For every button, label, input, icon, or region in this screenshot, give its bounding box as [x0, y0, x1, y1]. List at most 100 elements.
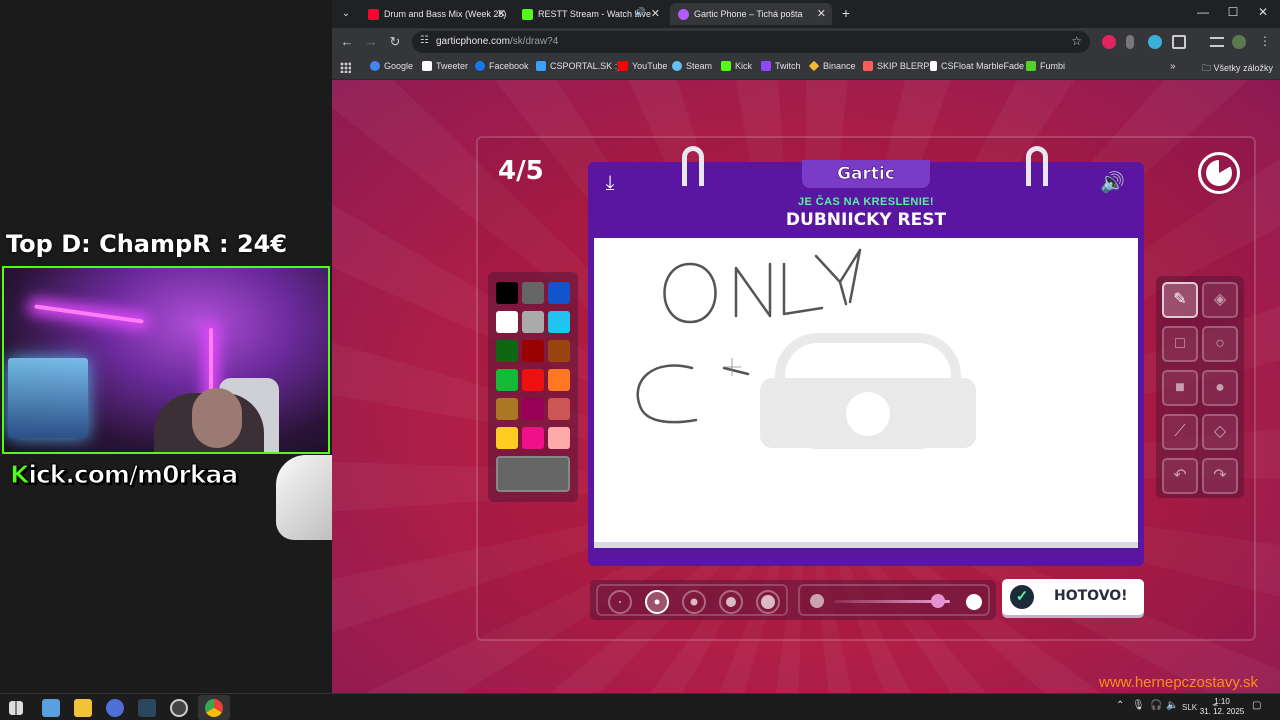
sound-icon[interactable]: 🔊: [1100, 170, 1125, 195]
volume-icon[interactable]: 🔈: [1166, 700, 1178, 711]
forward-icon[interactable]: →: [362, 34, 380, 49]
clock[interactable]: 1:10 31. 12. 2025: [1198, 697, 1246, 717]
bookmark-tweeter[interactable]: Tweeter: [422, 61, 468, 71]
tray-overflow-icon[interactable]: ⌃: [1116, 700, 1124, 711]
speaker-icon[interactable]: 🔊: [635, 7, 646, 18]
brush-size-5[interactable]: [756, 590, 780, 614]
color-swatch[interactable]: [548, 398, 570, 420]
bookmark-label: Facebook: [489, 61, 529, 71]
headset-icon[interactable]: 🎧: [1150, 700, 1162, 711]
bookmark-csfloat[interactable]: CSFloat MarbleFade: [930, 61, 1024, 71]
color-swatch[interactable]: [522, 340, 544, 362]
extension-icon[interactable]: [1126, 35, 1134, 49]
prompt-text: DUBNIICKY REST: [785, 210, 947, 230]
apps-grid-icon[interactable]: [340, 62, 351, 73]
color-swatch[interactable]: [548, 282, 570, 304]
brush-size-4[interactable]: [719, 590, 743, 614]
ellipse-fill-tool-icon[interactable]: ●: [1202, 370, 1238, 406]
bookmark-csportal[interactable]: CSPORTAL.SK :): [536, 61, 620, 71]
task-view-icon[interactable]: [42, 699, 60, 717]
address-bar[interactable]: ☷ garticphone.com/sk/draw?4 ☆: [412, 31, 1090, 53]
chrome-taskbar-icon[interactable]: [205, 699, 223, 717]
profile-avatar[interactable]: [1232, 35, 1246, 49]
color-swatch[interactable]: [522, 369, 544, 391]
maximize-icon[interactable]: ☐: [1218, 5, 1248, 19]
bookmark-star-icon[interactable]: ☆: [1071, 34, 1082, 48]
more-bookmarks-icon[interactable]: »: [1170, 61, 1176, 72]
line-tool-icon[interactable]: ⟋: [1162, 414, 1198, 450]
brush-size-3[interactable]: [682, 590, 706, 614]
back-icon[interactable]: ←: [338, 34, 356, 49]
bookmark-skip-blerp[interactable]: SKIP BLERP: [863, 61, 929, 71]
brush-size-selector: [596, 584, 788, 616]
color-swatch[interactable]: [496, 427, 518, 449]
brush-size-2[interactable]: [645, 590, 669, 614]
bookmark-kick[interactable]: Kick: [721, 61, 752, 71]
tab-restt-stream[interactable]: RESTT Stream - Watch Live 🔊 ✕: [514, 3, 666, 25]
notifications-icon[interactable]: ▢: [1252, 700, 1261, 711]
eraser-tool-icon[interactable]: ◈: [1202, 282, 1238, 318]
new-tab-icon[interactable]: +: [837, 5, 855, 21]
color-swatch[interactable]: [522, 282, 544, 304]
obs-icon[interactable]: [170, 699, 188, 717]
done-button-label: HOTOVO!: [1054, 588, 1128, 604]
color-swatch[interactable]: [496, 340, 518, 362]
redo-icon[interactable]: ↷: [1202, 458, 1238, 494]
tab-drum-and-bass[interactable]: Drum and Bass Mix (Week 25) ✕: [360, 3, 512, 25]
opacity-slider[interactable]: [798, 584, 990, 616]
color-swatch[interactable]: [522, 311, 544, 333]
color-swatch[interactable]: [522, 427, 544, 449]
color-swatch[interactable]: [496, 311, 518, 333]
extension-icon[interactable]: [1102, 35, 1116, 49]
done-button[interactable]: ✓ HOTOVO!: [1002, 579, 1144, 615]
close-tab-icon[interactable]: ✕: [817, 7, 826, 20]
tab-gartic-phone[interactable]: Gartic Phone – Tichá pošta ✕: [670, 3, 832, 25]
rectangle-fill-tool-icon[interactable]: ■: [1162, 370, 1198, 406]
google-icon: [370, 61, 380, 71]
opacity-max-icon: [966, 594, 982, 610]
language-indicator[interactable]: SLK: [1182, 703, 1197, 712]
color-swatch[interactable]: [548, 311, 570, 333]
opacity-handle[interactable]: [931, 594, 946, 608]
all-bookmarks-folder[interactable]: 🗀 Všetky záložky: [1202, 61, 1273, 77]
close-tab-icon[interactable]: ✕: [651, 7, 660, 20]
color-swatch[interactable]: [496, 369, 518, 391]
color-swatch[interactable]: [548, 369, 570, 391]
undo-icon[interactable]: ↶: [1162, 458, 1198, 494]
minimize-icon[interactable]: —: [1188, 5, 1218, 19]
bookmark-binance[interactable]: Binance: [808, 60, 856, 72]
drawing-canvas[interactable]: [594, 238, 1138, 548]
color-swatch[interactable]: [496, 282, 518, 304]
chrome-profile-icon[interactable]: [106, 699, 124, 717]
fill-bucket-tool-icon[interactable]: ◇: [1202, 414, 1238, 450]
more-menu-icon[interactable]: ⋮: [1256, 34, 1274, 48]
bookmark-facebook[interactable]: Facebook: [475, 61, 529, 71]
bookmark-steam[interactable]: Steam: [672, 61, 712, 71]
media-controls-icon[interactable]: [1210, 37, 1224, 47]
steam-taskbar-icon[interactable]: [138, 699, 156, 717]
sketchbook: Gartic ⤓ 🔊 JE ČAS NA KRESLENIE! DUBNIICK…: [588, 146, 1144, 570]
bookmark-fumbi[interactable]: Fumbi: [1026, 61, 1065, 71]
color-swatch[interactable]: [548, 427, 570, 449]
download-icon[interactable]: ⤓: [598, 172, 622, 195]
close-tab-icon[interactable]: ✕: [497, 7, 506, 20]
ellipse-outline-tool-icon[interactable]: ○: [1202, 326, 1238, 362]
start-windows-icon[interactable]: [9, 701, 23, 715]
bookmark-google[interactable]: Google: [370, 61, 413, 71]
extensions-puzzle-icon[interactable]: [1172, 35, 1186, 49]
bookmark-youtube[interactable]: YouTube: [618, 61, 667, 71]
close-window-icon[interactable]: ✕: [1248, 5, 1278, 19]
color-swatch[interactable]: [548, 340, 570, 362]
file-explorer-icon[interactable]: [74, 699, 92, 717]
color-swatch[interactable]: [522, 398, 544, 420]
brush-size-1[interactable]: [608, 590, 632, 614]
pen-tool-icon[interactable]: ✎: [1162, 282, 1198, 318]
extension-icon[interactable]: [1148, 35, 1162, 49]
reload-icon[interactable]: ↻: [386, 34, 404, 50]
rectangle-outline-tool-icon[interactable]: □: [1162, 326, 1198, 362]
microphone-icon[interactable]: 🎙: [1132, 700, 1145, 711]
color-swatch[interactable]: [496, 398, 518, 420]
site-info-icon[interactable]: ☷: [420, 35, 429, 46]
bookmark-twitch[interactable]: Twitch: [761, 61, 801, 71]
tab-search-icon[interactable]: ⌄: [336, 4, 356, 24]
